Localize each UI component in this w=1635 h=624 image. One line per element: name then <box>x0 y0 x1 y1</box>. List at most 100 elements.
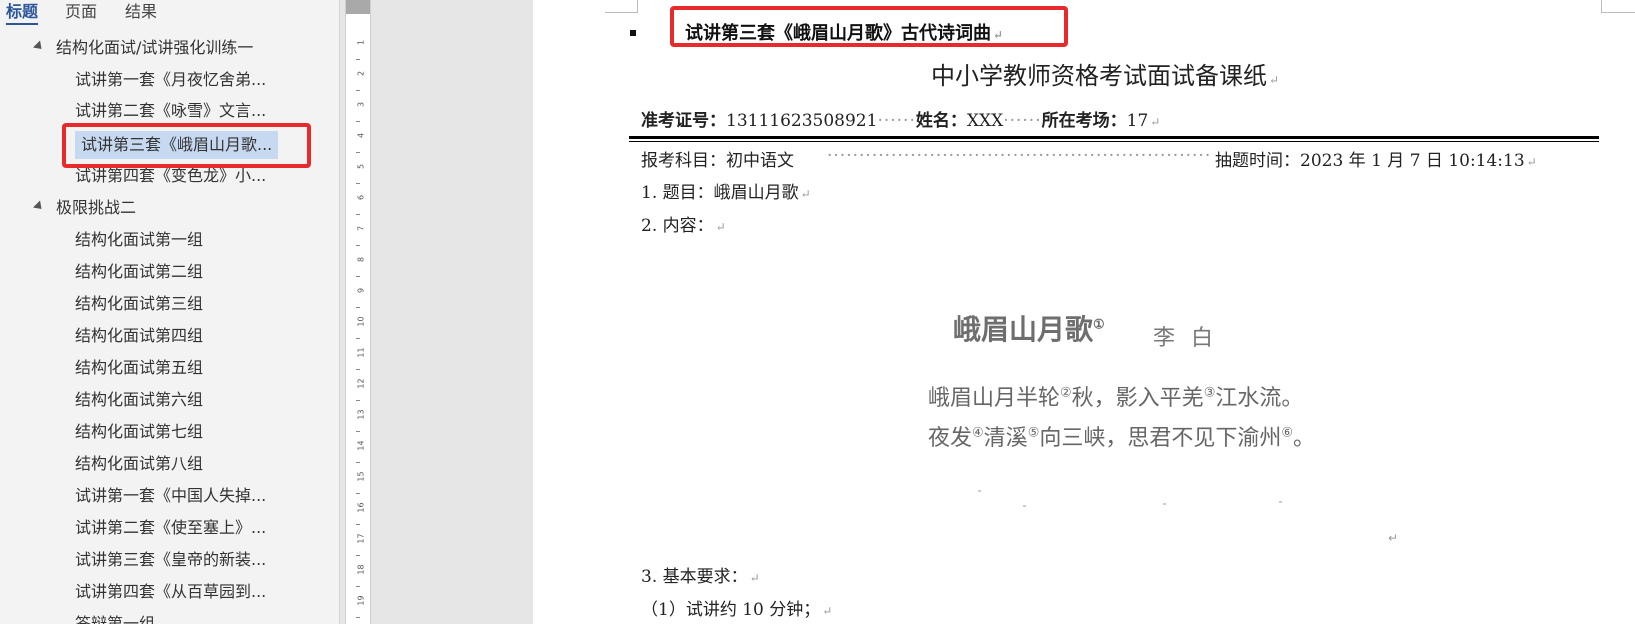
tree-item[interactable]: 试讲第一套《月夜忆舍弟... <box>75 66 266 94</box>
double-rule-thick <box>629 136 1599 139</box>
navigation-pane: 标题 页面 结果 结构化面试/试讲强化训练一 试讲第一套《月夜忆舍弟... 试讲… <box>0 0 340 624</box>
tree-item[interactable]: 试讲第二套《使至塞上》... <box>75 514 266 542</box>
tree-item[interactable]: 试讲第二套《咏雪》文言... <box>75 97 266 125</box>
ruler-tick-label: 16 <box>356 502 366 513</box>
poem-text: 夜发 <box>928 426 973 451</box>
double-rule-thin <box>629 141 1599 142</box>
poem-text: 峨眉山月半轮 <box>928 386 1061 411</box>
tab-results[interactable]: 结果 <box>125 0 157 22</box>
requirements-label-line[interactable]: 3. 基本要求： ↵ <box>641 562 760 587</box>
ruler-tick-mark <box>356 245 360 246</box>
tree-item[interactable]: 结构化面试第六组 <box>75 386 203 414</box>
collapse-triangle-icon[interactable] <box>32 40 46 53</box>
ruler-tick-label: 14 <box>356 440 366 451</box>
dot-leader: ········································… <box>827 146 1213 166</box>
tree-group-challenge-two[interactable]: 极限挑战二 <box>32 194 137 222</box>
ruler-tick-mark <box>356 431 360 432</box>
ruler-tick-mark <box>356 555 360 556</box>
topic-text: 1. 题目：峨眉山月歌 <box>641 183 799 203</box>
poem-text: 秋，影入平羌 <box>1071 386 1204 411</box>
margin-corner <box>1601 0 1602 12</box>
tab-headings[interactable]: 标题 <box>6 0 39 25</box>
ruler-tick-mark <box>356 90 360 91</box>
dot-leader: ······ <box>877 111 916 131</box>
tree-item[interactable]: 试讲第一套《中国人失掉... <box>75 482 266 510</box>
ruler-tick-mark <box>356 617 360 618</box>
ruler-tick-mark <box>356 121 360 122</box>
footnote-marker: ⑥ <box>1281 425 1294 441</box>
subject-text: 报考科目：初中语文 <box>641 151 794 171</box>
ruler-tick-label: 17 <box>356 533 366 544</box>
scan-speck <box>1279 501 1282 503</box>
ruler-tick-label: 8 <box>356 256 366 263</box>
poem-author: 李白 <box>1153 326 1230 351</box>
subject-line[interactable]: 报考科目：初中语文 <box>641 146 794 171</box>
scan-speck <box>1163 503 1166 505</box>
ruler-margin-top <box>346 0 370 14</box>
ruler-tick-label: 11 <box>356 347 366 358</box>
selection-highlight-box <box>62 123 311 168</box>
tree-item[interactable]: 结构化面试第三组 <box>75 290 203 318</box>
document-title-text: 中小学教师资格考试面试备课纸 <box>931 62 1267 90</box>
paragraph-mark: ↵ <box>800 187 811 201</box>
name-value: XXX <box>966 111 1004 131</box>
ruler-tick-label: 13 <box>356 409 366 420</box>
tree-group-label: 结构化面试/试讲强化训练一 <box>56 38 254 57</box>
margin-corner <box>637 0 638 12</box>
ruler-tick-mark <box>356 152 360 153</box>
heading-highlight-box <box>670 6 1068 47</box>
scan-speck <box>978 490 981 492</box>
ruler-tick-label: 6 <box>356 194 366 201</box>
footnote-marker: ⑤ <box>1027 425 1040 441</box>
margin-corner <box>1601 12 1635 13</box>
ruler-tick-mark <box>356 524 360 525</box>
ruler-tick-label: 5 <box>356 163 366 170</box>
footnote-marker: ② <box>1060 385 1072 401</box>
collapse-triangle-icon[interactable] <box>32 200 46 213</box>
ruler-tick-label: 9 <box>356 287 366 294</box>
tree-item[interactable]: 结构化面试第五组 <box>75 354 203 382</box>
margin-corner <box>605 12 638 13</box>
tree-item[interactable]: 试讲第四套《从百草园到... <box>75 578 266 606</box>
ruler-tick-mark <box>356 276 360 277</box>
ruler-tick-mark <box>356 214 360 215</box>
content-label-line[interactable]: 2. 内容： ↵ <box>641 211 726 236</box>
dot-leader: ······ <box>1003 111 1042 131</box>
requirements-label-text: 3. 基本要求： <box>641 567 748 587</box>
draw-time-text: 抽题时间：2023 年 1 月 7 日 10:14:13 <box>1215 151 1525 171</box>
paragraph-mark: ↵ <box>1526 155 1537 169</box>
tree-item[interactable]: 试讲第三套《皇帝的新装... <box>75 546 266 574</box>
poem-line-1: 峨眉山月半轮②秋，影入平羌③江水流。 <box>928 380 1303 412</box>
tab-pages[interactable]: 页面 <box>65 0 97 22</box>
tree-group-training-one[interactable]: 结构化面试/试讲强化训练一 <box>32 34 254 62</box>
tree-item[interactable]: 答辩第一组 <box>75 610 155 624</box>
heading-bullet <box>630 30 636 36</box>
document-page[interactable]: 试讲第三套《峨眉山月歌》古代诗词曲 ↵ 中小学教师资格考试面试备课纸 ↵ 准考证号：… <box>533 0 1635 624</box>
tree-item[interactable]: 结构化面试第二组 <box>75 258 203 286</box>
ruler-tick-mark <box>356 307 360 308</box>
poem-text: 。 <box>1293 426 1316 451</box>
room-value: 17 <box>1126 111 1149 131</box>
draw-time-line[interactable]: 抽题时间：2023 年 1 月 7 日 10:14:13 ↵ <box>1215 146 1537 171</box>
poem-text: 清溪 <box>983 426 1028 451</box>
tree-item[interactable]: 结构化面试第七组 <box>75 418 203 446</box>
tree-item[interactable]: 结构化面试第八组 <box>75 450 203 478</box>
ruler-tick-label: 10 <box>356 316 366 327</box>
requirement-1-line[interactable]: （1）试讲约 10 分钟； ↵ <box>641 595 832 620</box>
exam-info-line[interactable]: 准考证号：13111623508921······姓名：XXX······所在考… <box>641 106 1160 131</box>
topic-line[interactable]: 1. 题目：峨眉山月歌 ↵ <box>641 178 811 203</box>
poem-text: 向三峡，思君不见下渝州 <box>1039 426 1282 451</box>
tree-item[interactable]: 结构化面试第四组 <box>75 322 203 350</box>
ruler-tick-label: 3 <box>356 101 366 108</box>
poem-title: 峨眉山月歌① <box>953 308 1105 348</box>
ruler-tick-mark <box>356 493 360 494</box>
footnote-marker: ③ <box>1203 385 1216 401</box>
document-title[interactable]: 中小学教师资格考试面试备课纸 ↵ <box>931 56 1279 91</box>
paragraph-mark: ↵ <box>1269 73 1280 87</box>
tree-group-label: 极限挑战二 <box>56 198 137 217</box>
paragraph-mark: ↵ <box>715 220 726 234</box>
tree-item[interactable]: 结构化面试第一组 <box>75 226 203 254</box>
poem-line-2: 夜发④清溪⑤向三峡，思君不见下渝州⑥。 <box>928 420 1315 452</box>
poem-image[interactable]: 峨眉山月歌① 李白 峨眉山月半轮②秋，影入平羌③江水流。 夜发④清溪⑤向三峡，思… <box>883 290 1353 540</box>
paragraph-mark: ↵ <box>749 571 760 585</box>
